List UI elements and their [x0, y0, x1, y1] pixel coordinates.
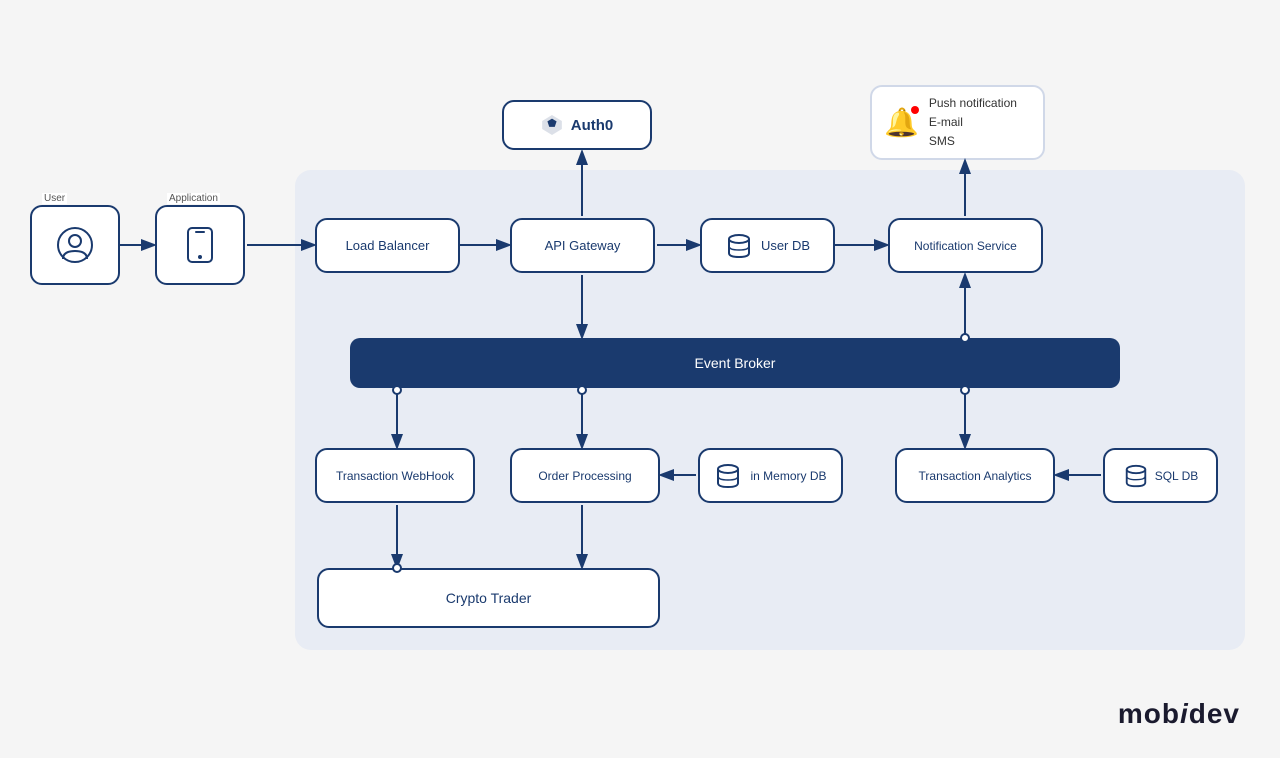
txn-webhook-box: Transaction WebHook [315, 448, 475, 503]
api-gateway-label: API Gateway [545, 238, 621, 253]
mobidev-logo: mobidev [1118, 698, 1240, 730]
crypto-trader-label: Crypto Trader [446, 590, 532, 606]
application-box: Application [155, 205, 245, 285]
order-processing-label: Order Processing [538, 469, 631, 483]
auth0-box: Auth0 [502, 100, 652, 150]
sql-db-label: SQL DB [1155, 469, 1199, 483]
crypto-trader-box: Crypto Trader [317, 568, 660, 628]
order-processing-box: Order Processing [510, 448, 660, 503]
in-memory-db-icon [714, 462, 742, 490]
user-db-box: User DB [700, 218, 835, 273]
event-broker-box: Event Broker [350, 338, 1120, 388]
auth0-icon [541, 114, 563, 136]
sql-db-icon [1123, 463, 1149, 489]
user-label: User [42, 193, 67, 204]
txn-analytics-label: Transaction Analytics [919, 469, 1032, 483]
txn-webhook-label: Transaction WebHook [336, 469, 454, 483]
user-icon [57, 227, 93, 263]
sql-db-box: SQL DB [1103, 448, 1218, 503]
user-db-icon [725, 232, 753, 260]
notification-service-label: Notification Service [914, 239, 1017, 253]
auth0-label: Auth0 [571, 117, 614, 134]
notif-info-box: 🔔 Push notification E-mail SMS [870, 85, 1045, 160]
application-label: Application [167, 193, 220, 204]
event-broker-label: Event Broker [695, 355, 776, 371]
load-balancer-box: Load Balancer [315, 218, 460, 273]
bell-icon: 🔔 [884, 106, 919, 139]
user-db-label: User DB [761, 238, 810, 253]
notif-info-text: Push notification E-mail SMS [929, 94, 1017, 152]
phone-icon [185, 227, 215, 263]
api-gateway-box: API Gateway [510, 218, 655, 273]
load-balancer-label: Load Balancer [346, 238, 430, 253]
notification-service-box: Notification Service [888, 218, 1043, 273]
in-memory-db-box: in Memory DB [698, 448, 843, 503]
in-memory-db-label: in Memory DB [750, 469, 826, 483]
user-box: User [30, 205, 120, 285]
txn-analytics-box: Transaction Analytics [895, 448, 1055, 503]
diagram-area: Auth0 🔔 Push notification E-mail SMS Use… [0, 0, 1280, 758]
